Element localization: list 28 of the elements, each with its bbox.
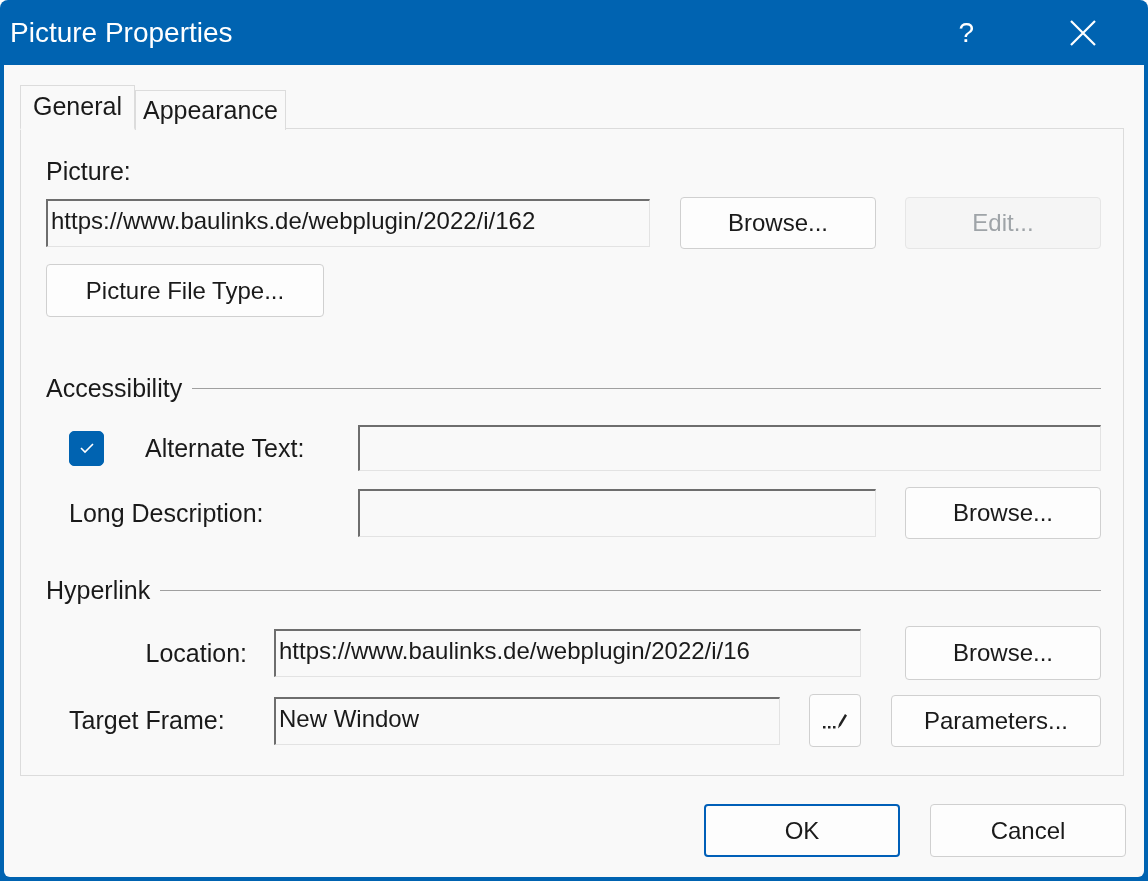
window-title: Picture Properties xyxy=(10,16,234,49)
text-field[interactable] xyxy=(358,425,1101,471)
tab[interactable]: Appearance xyxy=(134,90,286,130)
field-label: Picture: xyxy=(46,157,132,185)
field-label: Location: xyxy=(144,638,247,668)
browse-button[interactable]: Browse... xyxy=(680,197,876,249)
file-type-button[interactable]: Picture File Type... xyxy=(46,264,324,317)
text-field[interactable]: https://www.baulinks.de/webplugin/2022/i/16 xyxy=(274,629,861,677)
help-button[interactable]: ? xyxy=(958,16,974,49)
section-heading: Accessibility xyxy=(46,373,183,403)
dialog-action-button[interactable]: OK xyxy=(704,804,900,857)
field-label: Long Description: xyxy=(69,498,265,528)
section-heading: Hyperlink xyxy=(46,575,151,605)
params-button[interactable]: Parameters... xyxy=(891,694,1101,747)
pick-button[interactable] xyxy=(809,694,861,747)
browse-button[interactable]: Browse... xyxy=(905,487,1101,539)
field-label: Alternate Text: xyxy=(145,433,306,463)
text-field[interactable]: https://www.baulinks.de/webplugin/2022/i/162 xyxy=(46,199,650,247)
dots-pencil-icon xyxy=(822,711,848,730)
field-label: Target Frame: xyxy=(69,706,226,735)
check-icon xyxy=(78,442,95,454)
text-field[interactable] xyxy=(358,489,876,537)
browse-button[interactable]: Browse... xyxy=(905,626,1101,680)
tab[interactable]: General xyxy=(20,85,135,130)
close-icon[interactable] xyxy=(1070,19,1096,46)
dialog-action-button[interactable]: Cancel xyxy=(930,804,1126,857)
text-field[interactable]: New Window xyxy=(274,696,780,745)
checkbox[interactable] xyxy=(69,430,104,466)
